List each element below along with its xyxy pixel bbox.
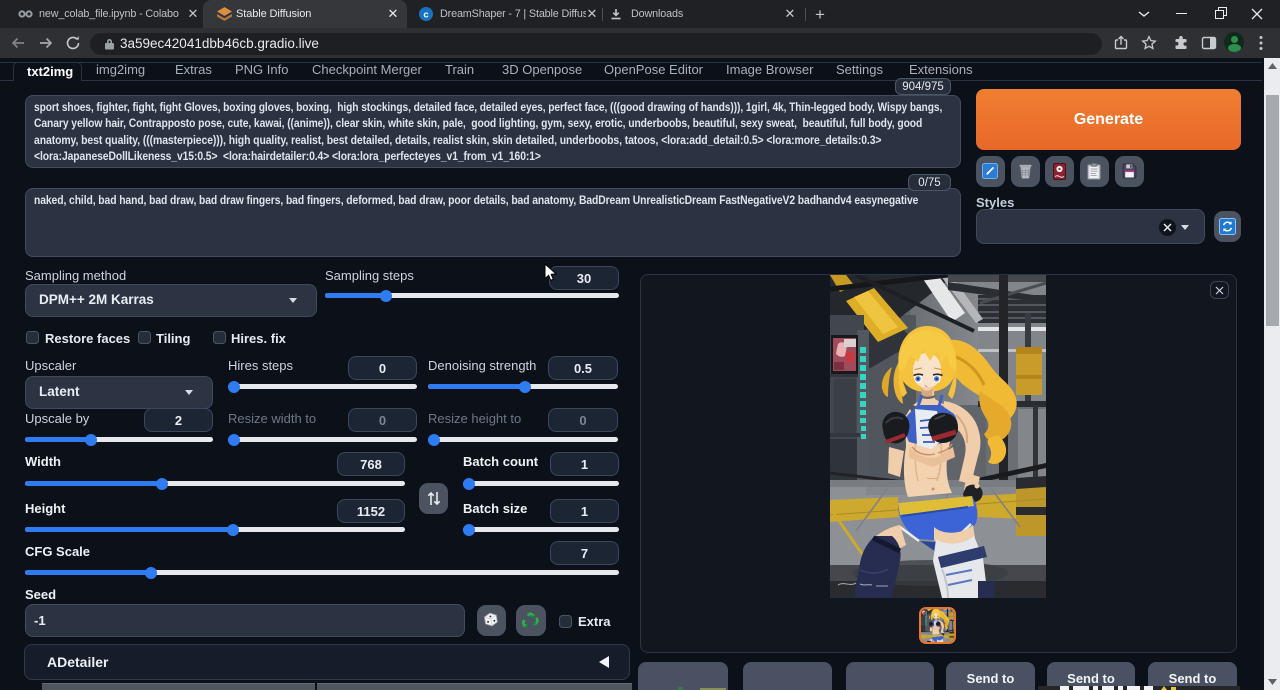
- svg-text:c: c: [423, 10, 428, 21]
